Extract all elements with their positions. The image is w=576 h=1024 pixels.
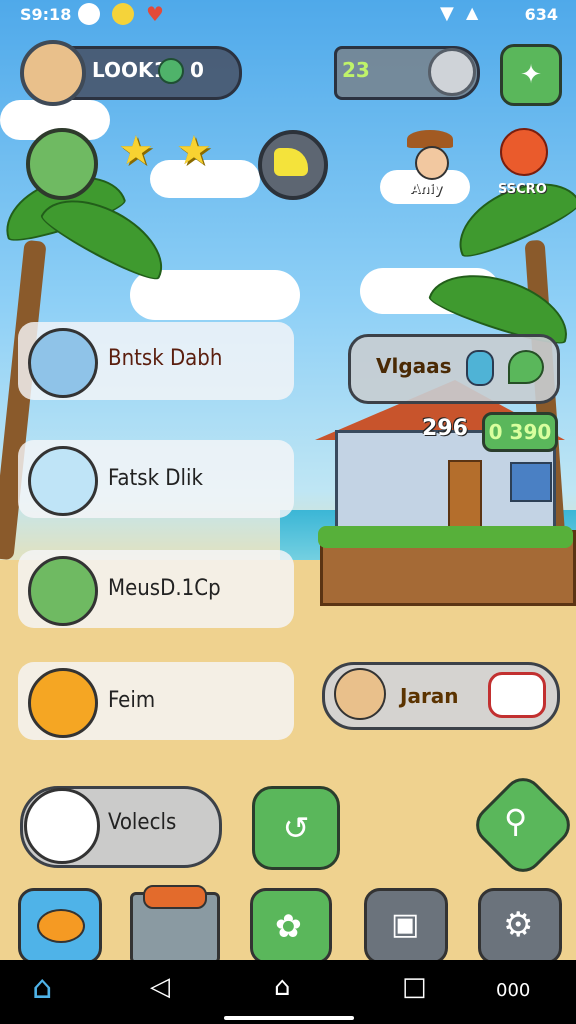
fish-icon [37,909,85,943]
player-avatar[interactable] [20,40,86,106]
npc-explorer[interactable] [405,130,457,182]
joran-avatar [334,668,386,720]
chat-button[interactable]: ✦ [500,44,562,106]
gem-icon [158,58,184,84]
status-bar: S9:18 ♥ ▼ ▲ 634 [0,0,576,28]
coin-icon [28,668,98,738]
recents-icon[interactable]: □ [402,972,427,1002]
player-label: LOOK1 [92,58,168,82]
cheese-icon [274,148,308,176]
basket-icon [143,885,207,909]
refresh-icon: ↺ [282,809,310,847]
menu-item[interactable]: Fatsk Dlik [18,440,294,518]
cheese-button[interactable] [258,130,328,200]
plant-button[interactable]: ✿ [250,888,332,964]
character-icon [28,328,98,398]
camera-button[interactable]: ▣ [364,888,448,964]
house-counter-badge: 0 390 [482,412,558,452]
house-count: 296 [422,416,468,441]
character-icon [28,446,98,516]
menu-item[interactable]: Bntsk Dabh [18,322,294,400]
home-game-icon[interactable]: ⌂ [32,968,52,1006]
house-door [448,460,482,536]
menu-item-label: Fatsk Dlik [108,466,204,491]
heart-notification-icon: ♥ [146,2,164,26]
menu-item[interactable]: MeusD.1Cp [18,550,294,628]
food-basket-button[interactable] [130,885,220,964]
explorer-face [415,146,449,180]
gem-count: 0 [190,58,204,82]
search-icon: ⚲ [504,802,528,840]
battery-level: 634 [524,5,558,24]
clock: S9:18 [20,5,72,24]
chat-icon: ✦ [520,60,542,90]
npc-label: Aniy [410,182,443,197]
heart-icon [500,128,548,176]
smiley-notification-icon [112,3,134,25]
menu-item-label: MeusD.1Cp [108,576,221,601]
fish-button[interactable] [18,888,102,964]
signal-icon: ▲ [466,3,479,22]
home-icon[interactable]: ⌂ [274,972,291,1002]
app-notification-icon [78,3,100,25]
water-drop-icon [466,350,494,386]
settings-button[interactable]: ⚙ [478,888,562,964]
coin-count: 23 [342,58,370,82]
character-avatar[interactable] [26,128,98,200]
vokels-label: Volecls [108,810,177,835]
leaf-icon [508,350,544,384]
menu-item-label: Bntsk Dabh [108,346,223,371]
menu-item-label: Feim [108,688,156,713]
joran-label: Jaran [400,684,459,708]
star-icon: ★ [118,128,154,174]
nav-right-label[interactable]: 000 [496,980,530,1001]
grass-strip [318,526,573,548]
gear-icon: ⚙ [503,905,534,945]
refresh-button[interactable] [428,48,476,96]
plant-icon [28,556,98,626]
villages-label: Vlgaas [376,354,452,378]
wifi-icon: ▼ [440,3,454,24]
heart-label: SSCRO [498,182,547,197]
green-action-button[interactable]: ↺ [252,786,340,870]
camera-icon: ▣ [391,907,420,942]
menu-item[interactable]: Feim [18,662,294,740]
home-indicator [224,1016,354,1020]
sprout-icon: ✿ [275,907,302,945]
back-icon[interactable]: ◁ [150,972,170,1002]
heart-card-icon [488,672,546,718]
house-window [510,462,552,502]
vokels-avatar [24,788,100,864]
heart-button[interactable] [500,128,548,176]
star-icon: ★ [176,128,212,174]
